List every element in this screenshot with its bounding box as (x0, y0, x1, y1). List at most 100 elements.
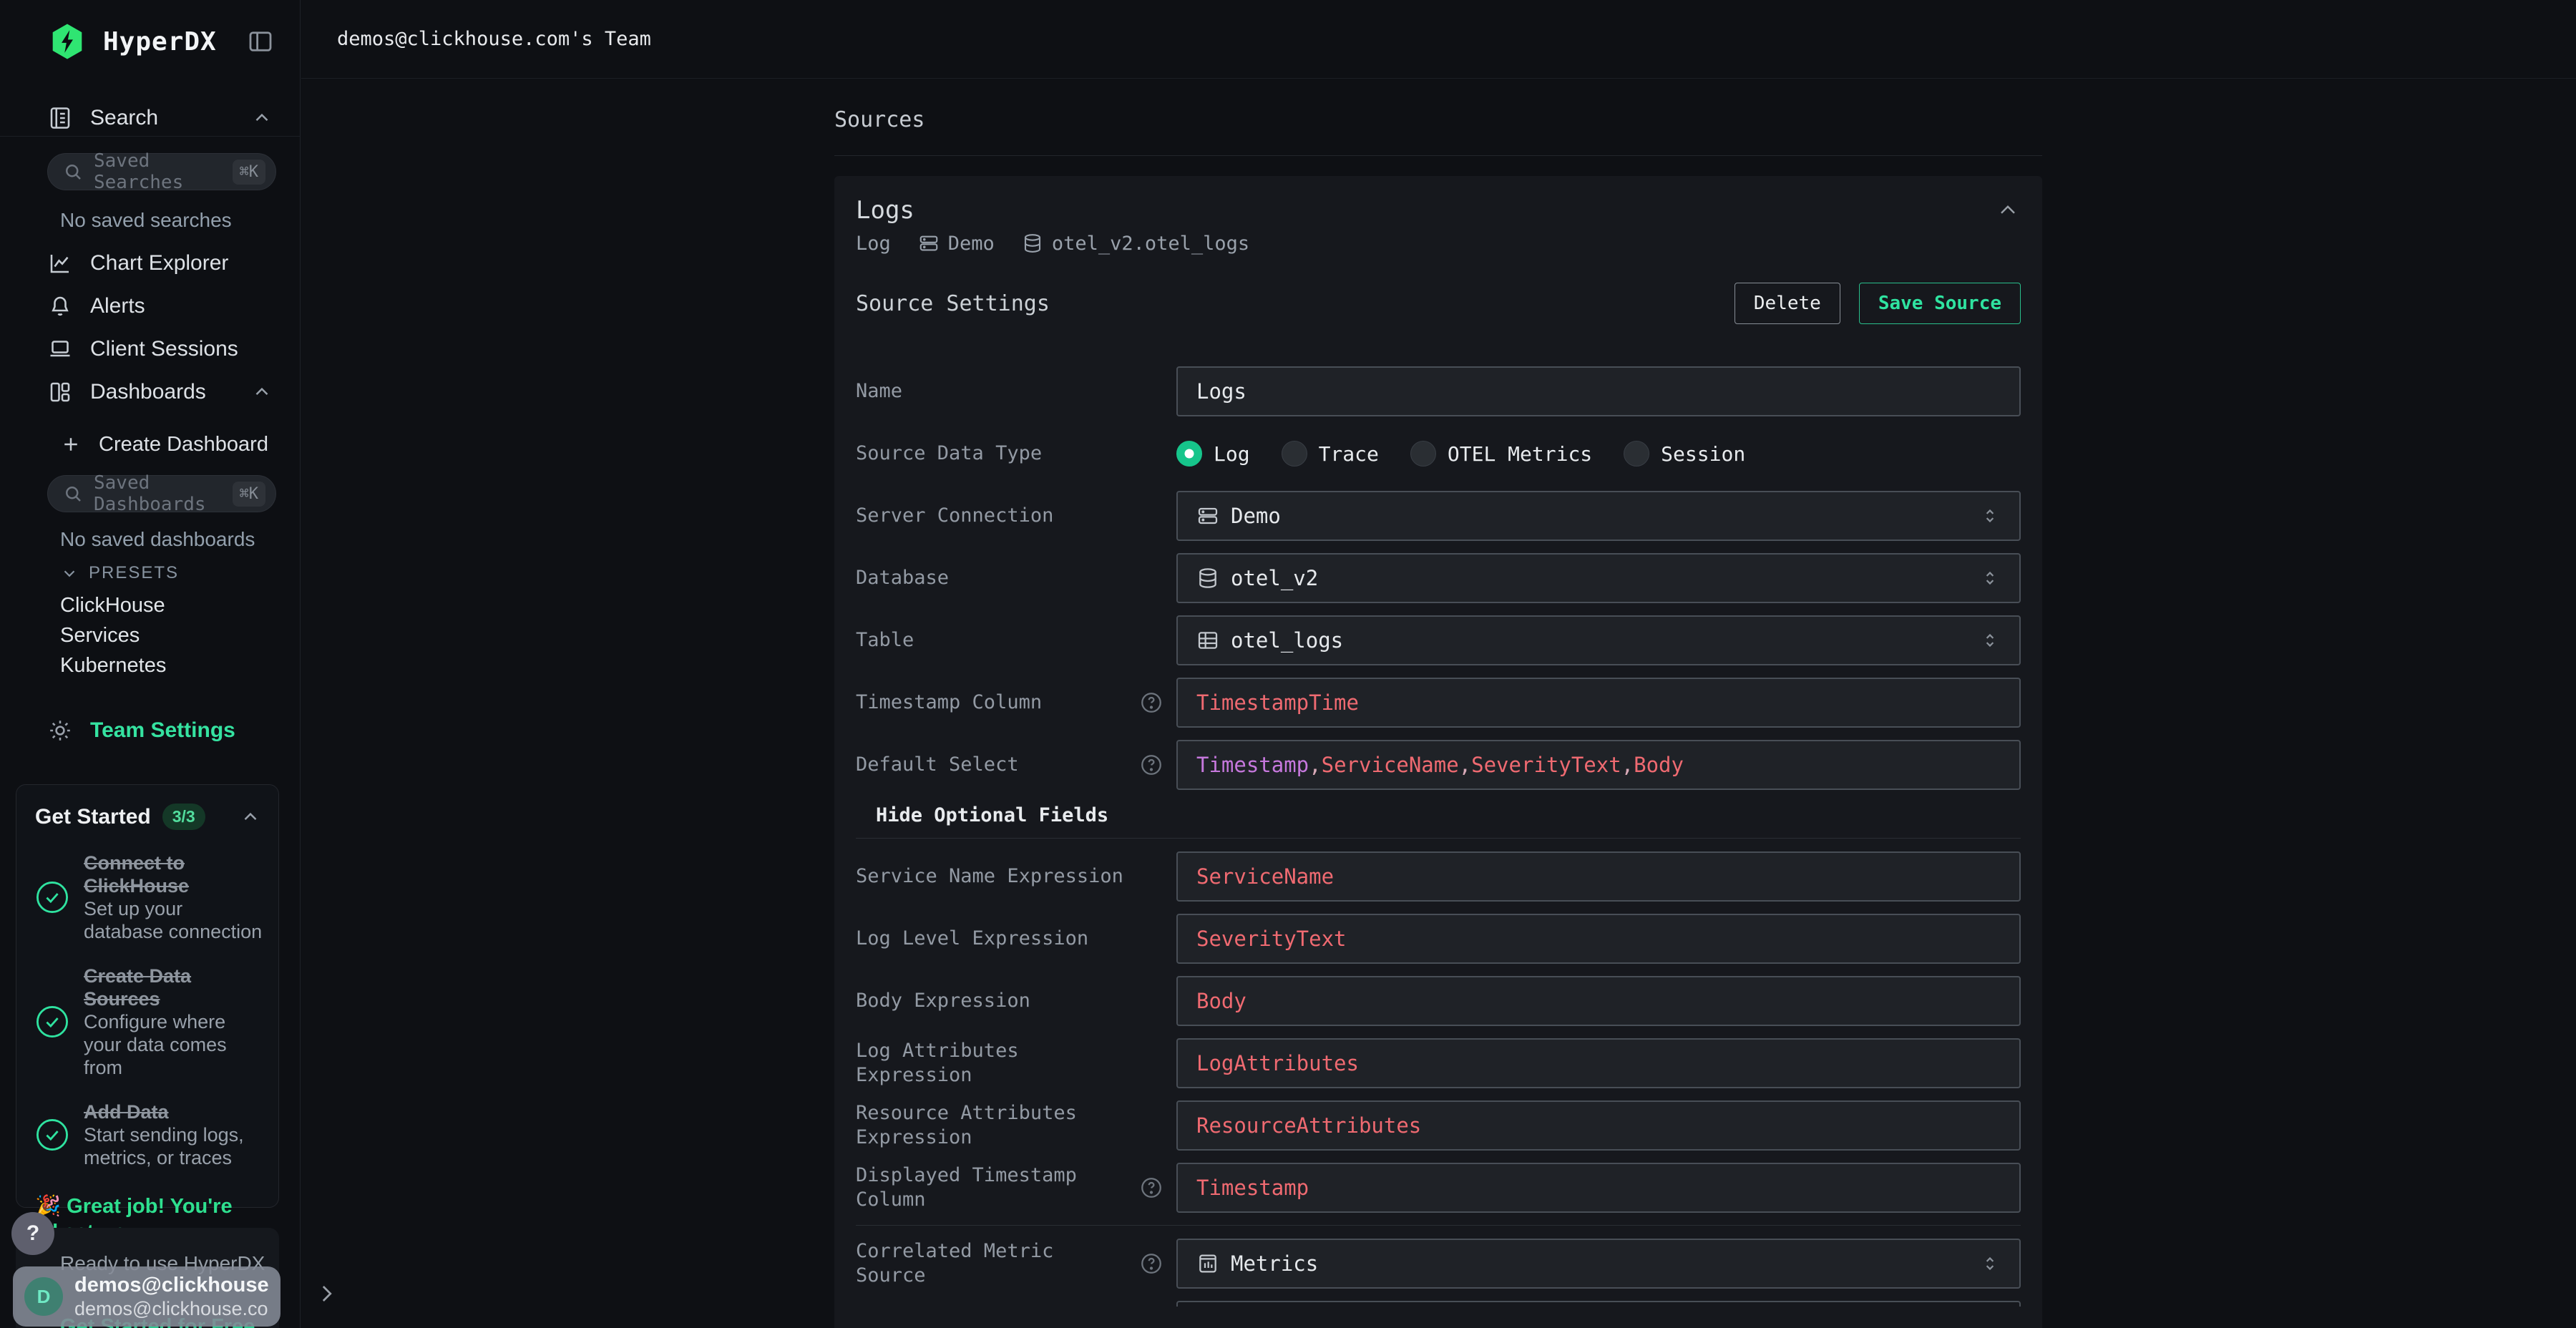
get-started-step-sources[interactable]: Create Data Sources Configure where your… (16, 965, 278, 1079)
preset-label: Kubernetes (60, 654, 166, 678)
progress-badge: 3/3 (162, 804, 205, 830)
avatar: D (24, 1277, 63, 1316)
get-started-header[interactable]: Get Started 3/3 (35, 804, 261, 830)
correlated-metric-source-select[interactable]: Metrics (1176, 1239, 2021, 1289)
user-menu[interactable]: D demos@clickhouse.com demos@clickhouse.… (13, 1266, 280, 1327)
get-started-panel: Get Started 3/3 Connect to ClickHouse Se… (16, 784, 279, 1208)
user-name: demos@clickhouse.com (74, 1273, 269, 1297)
sidebar-item-client-sessions[interactable]: Client Sessions (47, 333, 273, 366)
saved-dashboards-placeholder: Saved Dashboards (94, 472, 223, 515)
service-name-expression-row: Service Name Expression ServiceName (856, 851, 2021, 902)
field-label: Log Level Expression (856, 927, 1176, 951)
search-icon (62, 161, 84, 182)
database-icon (1022, 233, 1043, 254)
chevron-up-icon[interactable] (251, 381, 273, 403)
brand-row: HyperDX (47, 20, 275, 63)
presets-label: PRESETS (89, 563, 179, 583)
chevron-up-icon[interactable] (240, 806, 261, 828)
source-card-title: Logs (856, 196, 914, 225)
sidebar-collapse-icon[interactable] (245, 26, 275, 57)
log-level-expression-input[interactable]: SeverityText (1176, 914, 2021, 964)
server-icon (1196, 504, 1219, 527)
preset-item-kubernetes[interactable]: Kubernetes (60, 651, 166, 680)
delete-button[interactable]: Delete (1735, 283, 1840, 324)
preset-label: Services (60, 624, 140, 648)
timestamp-column-input[interactable]: TimestampTime (1176, 678, 2021, 728)
help-icon[interactable] (1139, 1176, 1163, 1200)
radio-dot (1410, 441, 1436, 467)
chevron-right-icon[interactable] (312, 1279, 341, 1308)
name-input[interactable]: Logs (1176, 366, 2021, 416)
chevron-up-icon[interactable] (251, 107, 273, 129)
sidebar-item-team-settings[interactable]: Team Settings (47, 714, 273, 747)
field-label: Timestamp Column (856, 690, 1176, 715)
radio-trace[interactable]: Trace (1282, 441, 1379, 467)
select-chevrons-icon (1979, 505, 2001, 527)
hide-optional-fields-link[interactable]: Hide Optional Fields (876, 802, 1108, 828)
create-dashboard-button[interactable]: Create Dashboard (60, 428, 273, 461)
next-input-partial (1176, 1301, 2021, 1307)
journal-search-icon (47, 105, 73, 131)
field-label: Database (856, 566, 1176, 590)
radio-dot (1176, 441, 1202, 467)
get-started-step-connect[interactable]: Connect to ClickHouse Set up your databa… (16, 851, 278, 943)
dashboard-grid-icon (47, 379, 73, 405)
brand-name: HyperDX (103, 27, 217, 57)
team-title: demos@clickhouse.com's Team (337, 28, 651, 50)
sidebar-item-chart-explorer[interactable]: Chart Explorer (47, 247, 273, 280)
table-tag: otel_v2.otel_logs (1022, 233, 1249, 255)
table-row: Table otel_logs (856, 615, 2021, 665)
check-circle-icon (34, 879, 71, 916)
field-label: Log Attributes Expression (856, 1039, 1176, 1088)
default-select-input[interactable]: Timestamp,ServiceName,SeverityText,Body (1176, 740, 2021, 790)
service-name-expression-input[interactable]: ServiceName (1176, 851, 2021, 902)
save-source-button[interactable]: Save Source (1859, 283, 2021, 324)
body-expression-input[interactable]: Body (1176, 976, 2021, 1026)
database-icon (1196, 567, 1219, 590)
help-icon[interactable] (1139, 1251, 1163, 1276)
no-saved-dashboards-text: No saved dashboards (60, 528, 255, 551)
form-divider (856, 838, 2021, 839)
preset-item-clickhouse[interactable]: ClickHouse (60, 591, 165, 620)
saved-dashboards-input[interactable]: Saved Dashboards ⌘K (47, 475, 276, 512)
no-saved-searches-text: No saved searches (60, 209, 232, 232)
help-button[interactable]: ? (11, 1212, 54, 1255)
chart-line-icon (47, 250, 73, 276)
connection-tag: Demo (918, 233, 995, 255)
resource-attributes-expression-input[interactable]: ResourceAttributes (1176, 1100, 2021, 1151)
step-title: Create Data Sources (84, 965, 191, 1010)
hyperdx-logo-icon (47, 21, 87, 62)
preset-item-services[interactable]: Services (60, 621, 140, 650)
radio-otel-metrics[interactable]: OTEL Metrics (1410, 441, 1592, 467)
get-started-step-add-data[interactable]: Add Data Start sending logs, metrics, or… (16, 1100, 278, 1169)
server-connection-select[interactable]: Demo (1176, 491, 2021, 541)
radio-session[interactable]: Session (1624, 441, 1745, 467)
step-title: Connect to ClickHouse (84, 852, 189, 897)
sidebar-item-dashboards[interactable]: Dashboards (47, 376, 273, 409)
radio-dot (1624, 441, 1649, 467)
source-data-type-row: Source Data Type Log Trace OTEL Metrics … (856, 429, 2021, 479)
help-icon[interactable] (1139, 690, 1163, 715)
displayed-timestamp-column-input[interactable]: Timestamp (1176, 1163, 2021, 1213)
log-attributes-expression-input[interactable]: LogAttributes (1176, 1038, 2021, 1088)
table-select[interactable]: otel_logs (1176, 615, 2021, 665)
collapse-card-chevron-up-icon[interactable] (1995, 197, 2021, 223)
preset-label: ClickHouse (60, 594, 165, 617)
database-select[interactable]: otel_v2 (1176, 553, 2021, 603)
field-label: Body Expression (856, 989, 1176, 1013)
sidebar-item-search[interactable]: Search (47, 102, 273, 135)
check-circle-icon (34, 1003, 71, 1040)
source-settings-title: Source Settings (856, 291, 1050, 316)
presets-toggle[interactable]: PRESETS (60, 560, 179, 587)
sidebar-item-alerts[interactable]: Alerts (47, 290, 273, 323)
chevron-down-icon (60, 564, 79, 582)
radio-log[interactable]: Log (1176, 441, 1250, 467)
saved-searches-input[interactable]: Saved Searches ⌘K (47, 153, 276, 190)
shortcut-badge: ⌘K (233, 160, 266, 185)
help-icon[interactable] (1139, 753, 1163, 777)
main-content: Sources Logs Log Demo otel_v2.otel_logs … (301, 79, 2576, 1328)
name-row: Name Logs (856, 366, 2021, 416)
step-desc: Configure where your data comes from (84, 1011, 227, 1078)
select-chevrons-icon (1979, 1253, 2001, 1274)
timestamp-column-row: Timestamp Column TimestampTime (856, 678, 2021, 728)
